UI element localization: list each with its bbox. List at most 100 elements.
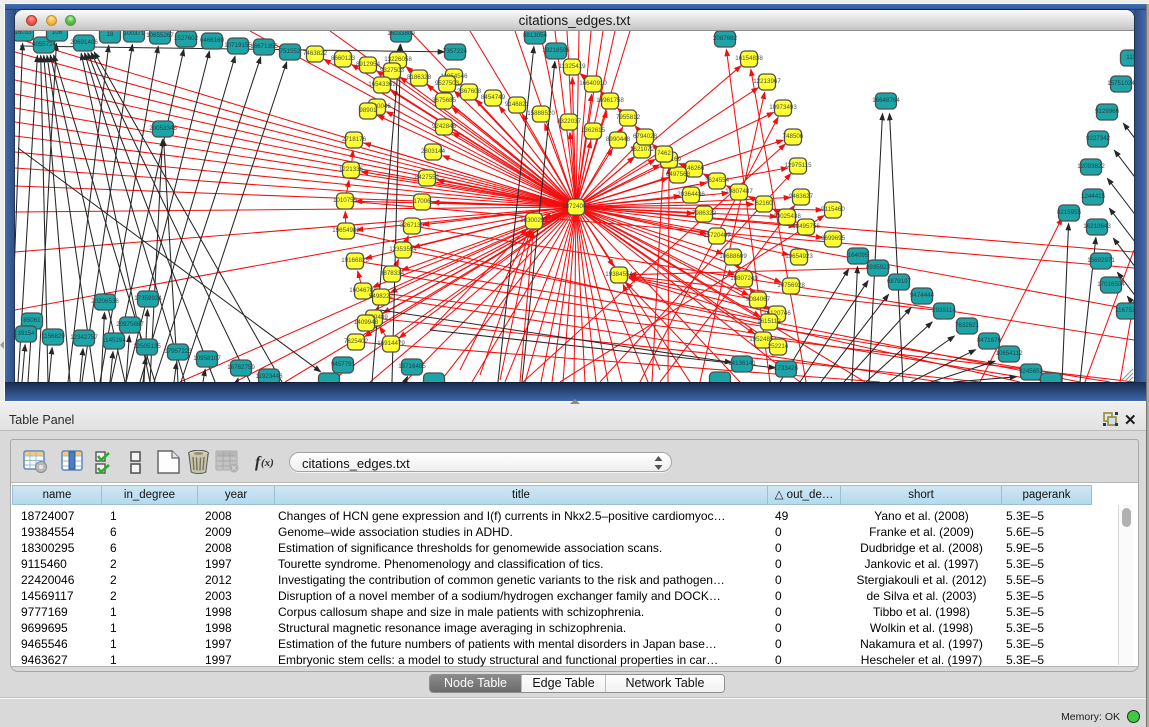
svg-text:1244415: 1244415 [1081, 193, 1106, 200]
svg-text:15692971: 15692971 [1087, 257, 1115, 264]
svg-text:10025438: 10025438 [773, 213, 801, 220]
svg-text:8322037: 8322037 [557, 118, 582, 125]
svg-text:2367608: 2367608 [457, 88, 482, 95]
svg-text:6466160: 6466160 [200, 37, 225, 44]
svg-text:1362615: 1362615 [581, 127, 606, 134]
svg-text:18300295: 18300295 [520, 217, 548, 224]
svg-text:7463822: 7463822 [303, 50, 328, 57]
svg-text:14136141: 14136141 [728, 360, 756, 367]
svg-text:1621072: 1621072 [630, 146, 655, 153]
svg-text:12213967: 12213967 [753, 78, 781, 85]
svg-text:12093822: 12093822 [1077, 163, 1105, 170]
svg-text:16033: 16033 [15, 31, 32, 36]
svg-text:8912954: 8912954 [356, 61, 381, 68]
svg-text:9327503: 9327503 [380, 67, 405, 74]
svg-text:1409948: 1409948 [354, 319, 379, 326]
svg-text:16210643: 16210643 [1083, 223, 1111, 230]
svg-text:2718176: 2718176 [342, 136, 367, 143]
svg-text:12353594: 12353594 [389, 246, 417, 253]
svg-text:751552: 751552 [280, 48, 301, 55]
svg-text:13226058: 13226058 [384, 56, 412, 63]
svg-text:2087682: 2087682 [713, 35, 738, 42]
svg-text:7955812: 7955812 [616, 114, 641, 121]
svg-text:1221336: 1221336 [339, 166, 364, 173]
svg-text:11325419: 11325419 [558, 63, 586, 70]
svg-text:4055724: 4055724 [32, 41, 57, 48]
svg-text:(x): (x) [261, 457, 274, 469]
svg-text:8660123: 8660123 [331, 55, 356, 62]
svg-text:7357224: 7357224 [443, 48, 468, 55]
svg-text:6794028: 6794028 [633, 133, 658, 140]
svg-text:15716485: 15716485 [398, 363, 426, 370]
svg-text:16671355: 16671355 [250, 43, 278, 50]
svg-text:8935923: 8935923 [866, 264, 891, 271]
svg-text:8990448: 8990448 [606, 136, 631, 143]
svg-text:17006: 17006 [413, 198, 431, 205]
svg-text:10973493: 10973493 [769, 104, 797, 111]
svg-text:9115460: 9115460 [821, 206, 845, 213]
svg-text:12505135: 12505135 [133, 343, 161, 350]
svg-text:15751024: 15751024 [1107, 80, 1134, 87]
svg-text:12342757: 12342757 [70, 334, 98, 341]
svg-text:98901: 98901 [359, 107, 377, 114]
svg-text:15720407: 15720407 [703, 232, 731, 239]
svg-text:16914479: 16914479 [377, 340, 405, 347]
svg-text:8813054: 8813054 [523, 32, 548, 39]
svg-text:18724007: 18724007 [562, 203, 590, 210]
svg-text:3267130: 3267130 [400, 222, 425, 229]
svg-text:10654112: 10654112 [995, 350, 1023, 357]
svg-text:20053346: 20053346 [149, 125, 177, 132]
svg-text:7462: 7462 [657, 150, 671, 157]
svg-text:748506: 748506 [783, 133, 804, 140]
svg-text:19166825: 19166825 [341, 257, 369, 264]
svg-text:1156829: 1156829 [41, 333, 65, 340]
svg-text:15888520: 15888520 [527, 110, 555, 117]
svg-text:10756928: 10756928 [777, 282, 805, 289]
svg-text:8471676: 8471676 [977, 337, 1002, 344]
svg-text:2803144: 2803144 [421, 148, 446, 155]
svg-text:9474444: 9474444 [910, 292, 935, 299]
svg-text:16033809: 16033809 [387, 31, 415, 37]
svg-text:9084067: 9084067 [746, 296, 771, 303]
svg-text:8215955: 8215955 [1057, 209, 1082, 216]
svg-text:10688609: 10688609 [719, 253, 747, 260]
svg-text:2935114: 2935114 [932, 307, 956, 314]
svg-text:17957223: 17957223 [164, 348, 192, 355]
svg-text:10655267: 10655267 [146, 32, 174, 39]
svg-text:10719155: 10719155 [224, 42, 252, 49]
svg-text:8878334: 8878334 [380, 270, 405, 277]
svg-text:19654982: 19654982 [332, 227, 360, 234]
svg-text:17359924: 17359924 [134, 295, 162, 302]
svg-text:20691406: 20691406 [70, 39, 98, 46]
svg-text:18807249: 18807249 [730, 275, 758, 282]
svg-text:1733426: 1733426 [774, 365, 799, 372]
svg-text:9463627: 9463627 [789, 193, 814, 200]
svg-text:9457791: 9457791 [331, 361, 356, 368]
svg-text:19654923: 19654923 [785, 253, 813, 260]
svg-text:3624554: 3624554 [705, 177, 730, 184]
svg-text:8427552: 8427552 [415, 174, 440, 181]
svg-text:3675685: 3675685 [432, 97, 457, 104]
svg-text:19218506: 19218506 [542, 47, 570, 54]
svg-text:16782759: 16782759 [227, 364, 255, 371]
svg-text:20975887: 20975887 [116, 321, 144, 328]
svg-text:1167534: 1167534 [1115, 307, 1134, 314]
svg-text:16961758: 16961758 [596, 97, 624, 104]
svg-text:8454749: 8454749 [481, 94, 506, 101]
svg-text:1145194: 1145194 [102, 337, 126, 344]
svg-text:1527602: 1527602 [174, 35, 199, 42]
svg-text:20364436: 20364436 [677, 191, 705, 198]
svg-text:1010755: 1010755 [333, 197, 358, 204]
svg-text:9527503: 9527503 [435, 80, 460, 87]
svg-text:12975115: 12975115 [784, 162, 812, 169]
svg-text:10807487: 10807487 [725, 188, 753, 195]
svg-text:7632621: 7632621 [955, 322, 980, 329]
svg-text:111: 111 [1126, 54, 1134, 61]
svg-text:20206536: 20206536 [91, 298, 119, 305]
svg-text:7986322: 7986322 [692, 210, 717, 217]
svg-text:19384554: 19384554 [605, 271, 633, 278]
svg-text:16640910: 16640910 [579, 80, 607, 87]
svg-text:10958107: 10958107 [193, 355, 221, 362]
svg-text:1615112: 1615112 [757, 318, 781, 325]
svg-text:62160: 62160 [755, 200, 773, 207]
